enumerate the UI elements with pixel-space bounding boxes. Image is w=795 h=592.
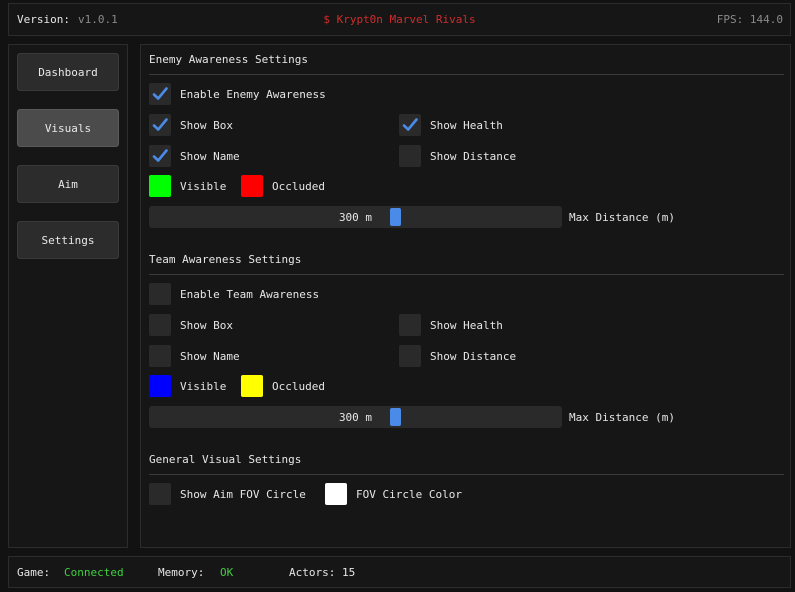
checkbox-box <box>399 145 421 167</box>
checkmark-icon <box>152 118 168 131</box>
checkbox-label: Show Box <box>180 318 233 332</box>
checkbox-label: Show Health <box>430 118 503 132</box>
sidebar-item-dashboard[interactable]: Dashboard <box>17 53 119 91</box>
section-divider <box>149 474 784 475</box>
checkbox-box <box>149 114 171 136</box>
game-status-value: Connected <box>64 566 124 579</box>
enemy-show-distance-checkbox[interactable]: Show Distance <box>399 145 516 167</box>
checkmark-icon <box>402 118 418 131</box>
checkbox-box <box>399 314 421 336</box>
team-max-distance-label: Max Distance (m) <box>569 411 675 424</box>
checkbox-label: Show Aim FOV Circle <box>180 487 306 501</box>
enemy-max-distance-label: Max Distance (m) <box>569 211 675 224</box>
checkbox-label: Show Distance <box>430 349 517 363</box>
visuals-panel: Enemy Awareness Settings Enable Enemy Aw… <box>140 44 791 548</box>
team-show-distance-checkbox[interactable]: Show Distance <box>399 345 516 367</box>
enemy-show-box-checkbox[interactable]: Show Box <box>149 114 233 136</box>
game-status-label: Game: <box>17 566 51 579</box>
checkbox-box <box>399 114 421 136</box>
checkbox-label: Enable Team Awareness <box>180 287 320 301</box>
checkmark-icon <box>152 149 168 162</box>
sidebar-item-label: Aim <box>58 177 78 191</box>
checkbox-label: Show Distance <box>430 149 517 163</box>
team-visible-label: Visible <box>180 380 227 393</box>
memory-status-label: Memory: <box>158 566 205 579</box>
enemy-show-health-checkbox[interactable]: Show Health <box>399 114 503 136</box>
sidebar: Dashboard Visuals Aim Settings <box>8 44 128 548</box>
team-show-name-checkbox[interactable]: Show Name <box>149 345 240 367</box>
team-section-title: Team Awareness Settings <box>149 253 302 266</box>
status-bar: Game: Connected Memory: OK Actors: 15 <box>8 556 791 588</box>
checkbox-box <box>399 345 421 367</box>
slider-value: 300 m <box>338 411 373 424</box>
sidebar-item-settings[interactable]: Settings <box>17 221 119 259</box>
actors-count: Actors: 15 <box>289 566 356 579</box>
checkbox-label: Show Name <box>180 349 240 363</box>
memory-status-value: OK <box>220 566 234 579</box>
team-visible-color-swatch[interactable] <box>149 375 171 397</box>
team-enable-checkbox[interactable]: Enable Team Awareness <box>149 283 319 305</box>
checkbox-box <box>149 483 171 505</box>
section-divider <box>149 74 784 75</box>
checkbox-label: Show Name <box>180 149 240 163</box>
fov-circle-checkbox[interactable]: Show Aim FOV Circle <box>149 483 306 505</box>
fps-counter: FPS: 144.0 <box>716 13 783 26</box>
enemy-enable-checkbox[interactable]: Enable Enemy Awareness <box>149 83 326 105</box>
checkbox-box <box>149 83 171 105</box>
team-show-health-checkbox[interactable]: Show Health <box>399 314 503 336</box>
enemy-show-name-checkbox[interactable]: Show Name <box>149 145 240 167</box>
checkbox-label: Show Box <box>180 118 233 132</box>
fov-circle-color-label: FOV Circle Color <box>356 488 462 501</box>
enemy-visible-label: Visible <box>180 180 227 193</box>
sidebar-item-label: Settings <box>41 233 95 247</box>
checkmark-icon <box>152 87 168 100</box>
general-section-title: General Visual Settings <box>149 453 302 466</box>
fov-circle-color-swatch[interactable] <box>325 483 347 505</box>
sidebar-item-visuals[interactable]: Visuals <box>17 109 119 147</box>
team-occluded-color-swatch[interactable] <box>241 375 263 397</box>
sidebar-item-label: Dashboard <box>38 65 98 79</box>
team-occluded-label: Occluded <box>272 380 325 393</box>
checkbox-box <box>149 345 171 367</box>
checkbox-box <box>149 145 171 167</box>
sidebar-item-label: Visuals <box>44 121 92 135</box>
team-show-box-checkbox[interactable]: Show Box <box>149 314 233 336</box>
slider-grab[interactable] <box>390 208 401 226</box>
enemy-visible-color-swatch[interactable] <box>149 175 171 197</box>
enemy-occluded-color-swatch[interactable] <box>241 175 263 197</box>
checkbox-box <box>149 314 171 336</box>
app-title: $ Krypt0n Marvel Rivals <box>323 13 476 26</box>
slider-value: 300 m <box>338 211 373 224</box>
checkbox-label: Show Health <box>430 318 503 332</box>
enemy-occluded-label: Occluded <box>272 180 325 193</box>
team-max-distance-slider[interactable]: 300 m <box>149 406 562 428</box>
sidebar-item-aim[interactable]: Aim <box>17 165 119 203</box>
enemy-section-title: Enemy Awareness Settings <box>149 53 308 66</box>
section-divider <box>149 274 784 275</box>
header-bar: Version: v1.0.1 $ Krypt0n Marvel Rivals F… <box>8 3 791 36</box>
checkbox-box <box>149 283 171 305</box>
enemy-max-distance-slider[interactable]: 300 m <box>149 206 562 228</box>
slider-grab[interactable] <box>390 408 401 426</box>
checkbox-label: Enable Enemy Awareness <box>180 87 326 101</box>
